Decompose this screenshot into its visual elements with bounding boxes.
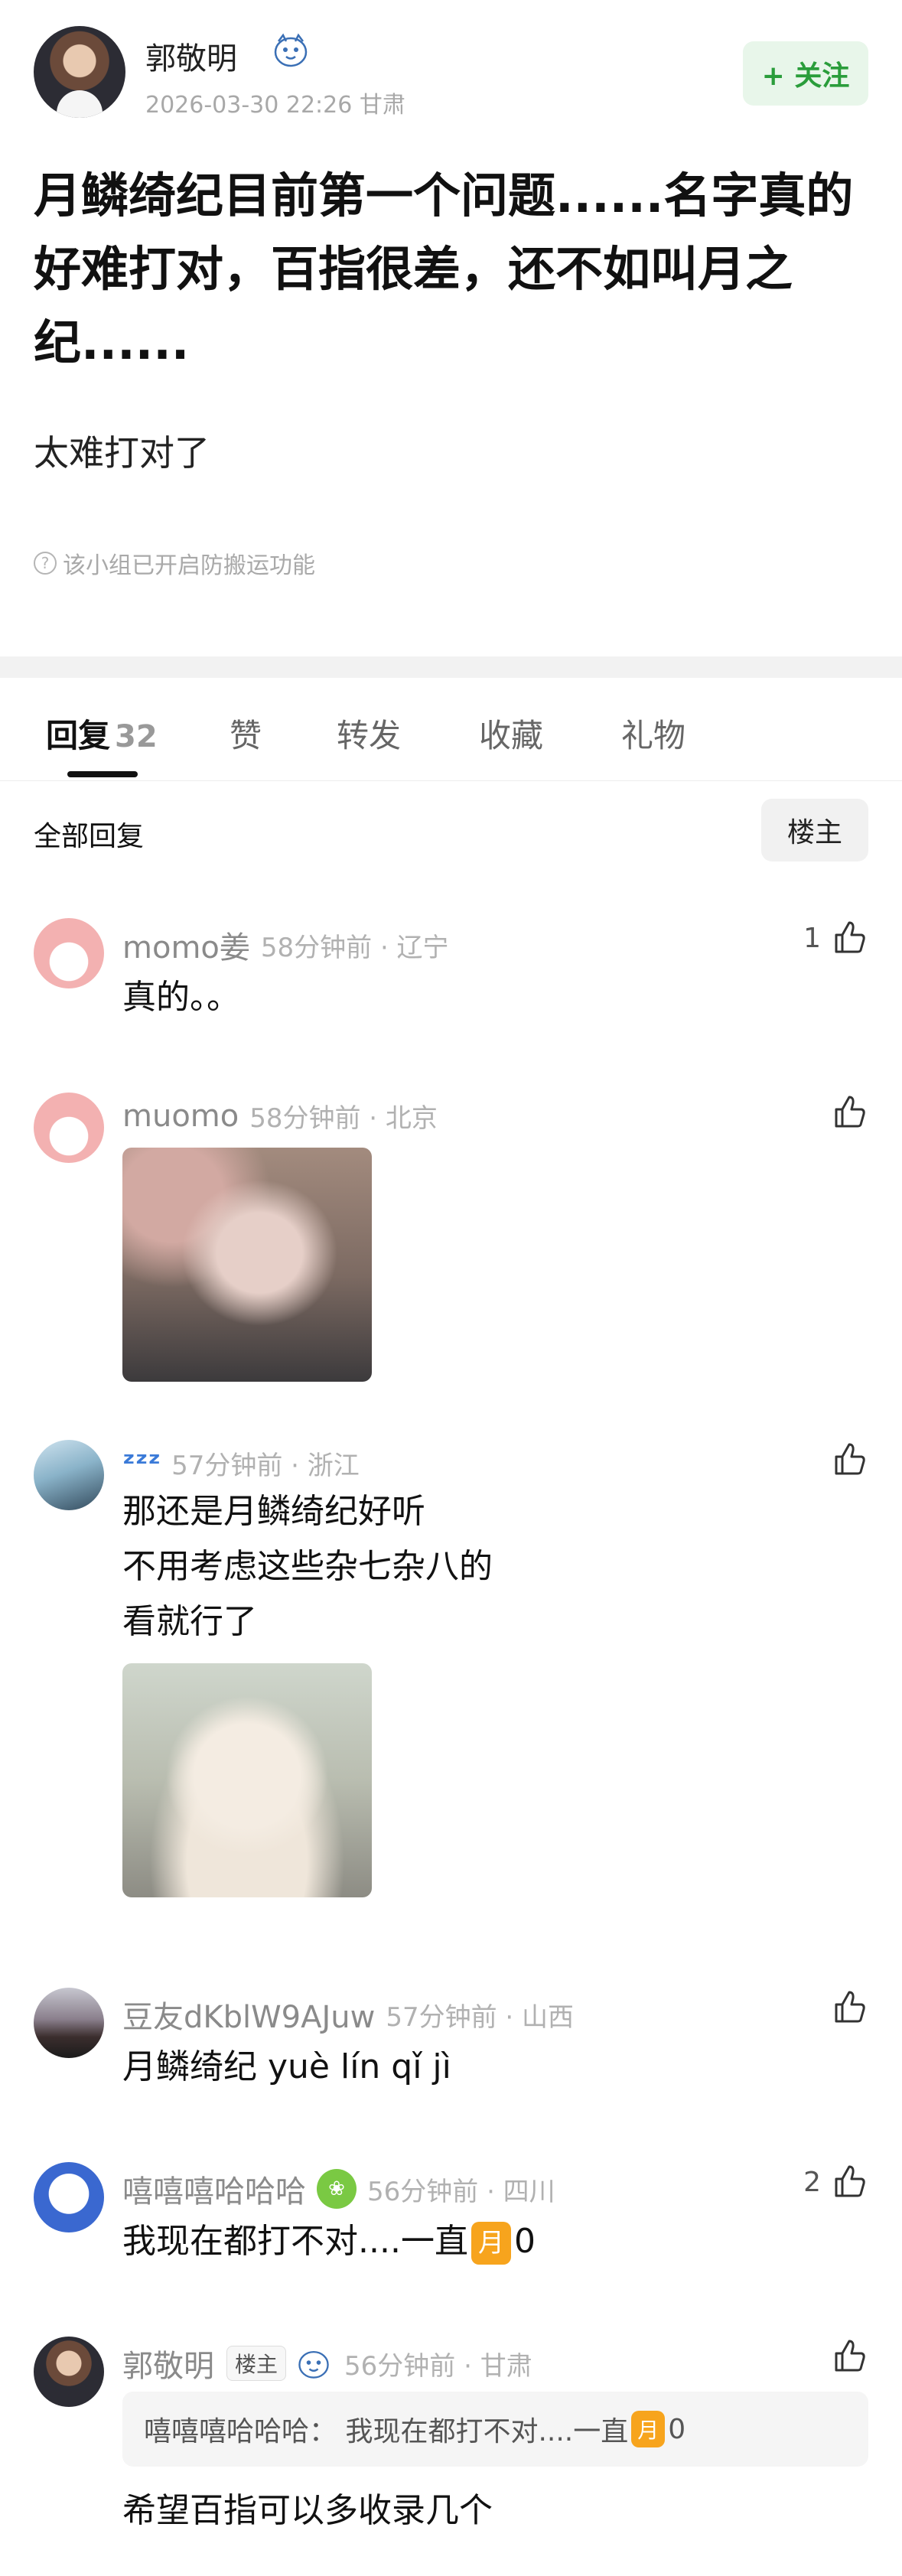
- comment-text-line: 不用考虑这些杂七杂八的: [122, 1547, 493, 1586]
- comment-item: 郭敬明 楼主 56分钟前 · 甘肃 嘻嘻嘻哈哈哈： 我现在都打不对....一直月…: [0, 2333, 902, 2563]
- question-circle-icon: ?: [34, 552, 57, 575]
- commenter-name[interactable]: ᶻᶻᶻ: [122, 1446, 161, 1481]
- commenter-name[interactable]: 豆友dKblW9AJuw: [122, 1992, 375, 2037]
- commenter-name[interactable]: muomo: [122, 1099, 239, 1134]
- post-meta: 2026-03-30 22:26 甘肃: [145, 92, 405, 119]
- avatar[interactable]: [34, 918, 104, 988]
- commenter-name[interactable]: 嘻嘻嘻哈哈哈: [122, 2167, 306, 2211]
- author-name[interactable]: 郭敬明: [145, 34, 237, 78]
- anti-copy-text: 该小组已开启防搬运功能: [63, 552, 315, 579]
- mascot-badge-icon: [274, 33, 308, 67]
- quoted-reply[interactable]: 嘻嘻嘻哈哈哈： 我现在都打不对....一直月 0: [122, 2392, 868, 2467]
- thumbs-up-icon: [835, 1096, 865, 1128]
- like-button[interactable]: [821, 1440, 868, 1480]
- thumbs-up-icon: [835, 2340, 865, 2372]
- comment-text: 希望百指可以多收录几个: [122, 2491, 493, 2530]
- comment-item: 嘻嘻嘻哈哈哈 ❀ 56分钟前 · 四川 我现在都打不对....一直月 0 2: [0, 2159, 902, 2265]
- post-title: 月鳞绮纪目前第一个问题......名字真的好难打对，百指很差，还不如叫月之纪..…: [34, 168, 854, 370]
- comment-header: 豆友dKblW9AJuw 57分钟前 · 山西: [122, 1992, 574, 2037]
- tab-replies-count: 32: [115, 719, 158, 754]
- comment-time: 58分钟前 · 辽宁: [260, 932, 449, 963]
- tab-reposts[interactable]: 转发: [337, 710, 401, 757]
- tab-replies[interactable]: 回复 32: [46, 710, 158, 757]
- avatar[interactable]: [34, 1093, 104, 1163]
- comment-item: ᶻᶻᶻ 57分钟前 · 浙江 那还是月鳞绮纪好听 不用考虑这些杂七杂八的 看就行…: [0, 1437, 902, 1911]
- thumbs-up-icon: [835, 2165, 865, 2197]
- like-button[interactable]: 1: [803, 918, 868, 958]
- commenter-name[interactable]: momo姜: [122, 923, 250, 967]
- comment-time: 56分钟前 · 四川: [367, 2176, 555, 2207]
- comment-header: momo姜 58分钟前 · 辽宁: [122, 923, 449, 967]
- avatar[interactable]: [34, 2337, 104, 2407]
- comment-time: 57分钟前 · 浙江: [171, 1451, 360, 1481]
- comment-header: muomo 58分钟前 · 北京: [122, 1097, 438, 1135]
- op-only-filter-button[interactable]: 楼主: [761, 799, 868, 861]
- thumbs-up-icon: [835, 1991, 865, 2023]
- comment-image[interactable]: [122, 1663, 372, 1897]
- commenter-name[interactable]: 郭敬明: [122, 2341, 214, 2385]
- tab-gifts[interactable]: 礼物: [621, 710, 685, 757]
- comment-item: momo姜 58分钟前 · 辽宁 真的。。 1: [0, 915, 902, 1017]
- post-header: 郭敬明 2026-03-30 22:26 甘肃 + 关注: [0, 0, 902, 130]
- comment-text: 真的。。: [122, 978, 240, 1017]
- like-count: 2: [803, 2166, 821, 2198]
- op-tag: 楼主: [226, 2346, 287, 2381]
- follow-button[interactable]: + 关注: [743, 41, 868, 106]
- comment-text-suffix: 0: [513, 2222, 536, 2261]
- comment-text: 我现在都打不对....一直月 0: [122, 2214, 536, 2269]
- avatar[interactable]: [34, 1988, 104, 2058]
- quoted-reply-prefix: 嘻嘻嘻哈哈哈： 我现在都打不对....一直: [144, 2416, 629, 2447]
- post-body: 太难打对了: [34, 432, 210, 474]
- comment-text-line: 看就行了: [122, 1602, 257, 1641]
- comment-text-prefix: 我现在都打不对....一直: [122, 2222, 468, 2261]
- member-badge-icon: ❀: [317, 2169, 357, 2209]
- author-avatar[interactable]: [34, 26, 125, 118]
- all-replies-label: 全部回复: [34, 821, 145, 852]
- comment-header: 郭敬明 楼主 56分钟前 · 甘肃: [122, 2341, 532, 2385]
- quoted-reply-suffix: 0: [668, 2413, 686, 2445]
- comment-time: 56分钟前 · 甘肃: [344, 2350, 532, 2382]
- comment-text: 月鳞绮纪 yuè lín qǐ jì: [122, 2047, 451, 2086]
- tab-replies-label: 回复: [46, 717, 111, 754]
- comment-header: 嘻嘻嘻哈哈哈 ❀ 56分钟前 · 四川: [122, 2167, 555, 2211]
- like-button[interactable]: [821, 1093, 868, 1132]
- like-button[interactable]: 2: [803, 2162, 868, 2202]
- avatar[interactable]: [34, 2162, 104, 2232]
- anti-copy-notice: ? 该小组已开启防搬运功能: [34, 546, 315, 580]
- tab-collections[interactable]: 收藏: [479, 710, 543, 757]
- like-button[interactable]: [821, 2337, 868, 2376]
- comment-text-line: 那还是月鳞绮纪好听: [122, 1492, 425, 1531]
- comment-header: ᶻᶻᶻ 57分钟前 · 浙江: [122, 1444, 360, 1482]
- active-tab-indicator: [67, 771, 138, 777]
- moon-emoji: 月: [471, 2222, 511, 2265]
- comment-item: 豆友dKblW9AJuw 57分钟前 · 山西 月鳞绮纪 yuè lín qǐ …: [0, 1985, 902, 2086]
- like-count: 1: [803, 922, 821, 954]
- moon-emoji: 月: [631, 2411, 666, 2447]
- avatar[interactable]: [34, 1440, 104, 1510]
- like-button[interactable]: [821, 1988, 868, 2027]
- comment-item: muomo 58分钟前 · 北京: [0, 1089, 902, 1395]
- tab-likes[interactable]: 赞: [230, 710, 262, 757]
- comment-time: 58分钟前 · 北京: [249, 1103, 438, 1134]
- comment-time: 57分钟前 · 山西: [386, 2001, 575, 2033]
- thumbs-up-icon: [835, 1443, 865, 1475]
- mascot-badge-icon: [298, 2350, 329, 2379]
- reply-tabs: 回复 32 赞 转发 收藏 礼物: [0, 678, 902, 781]
- thumbs-up-icon: [835, 921, 865, 953]
- comment-image[interactable]: [122, 1148, 372, 1382]
- section-divider: [0, 656, 902, 678]
